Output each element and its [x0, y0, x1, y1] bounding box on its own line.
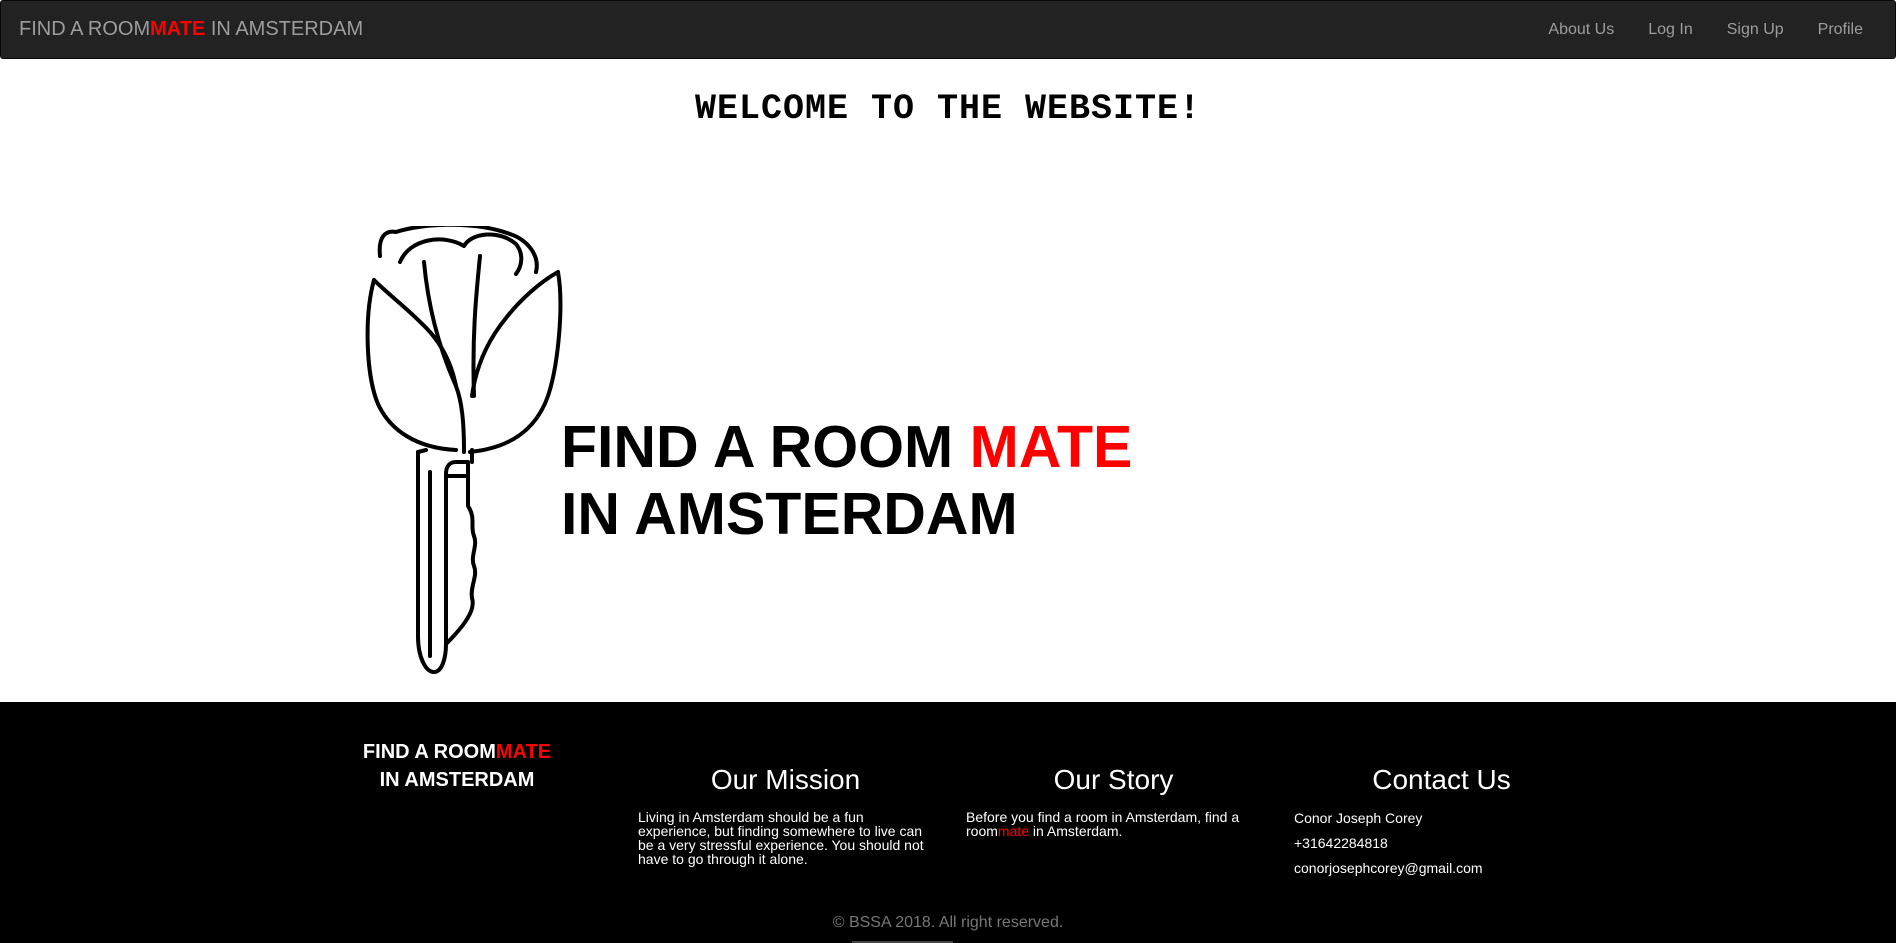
logo-line-1-prefix: FIND A ROOM — [561, 414, 970, 480]
nav-profile[interactable]: Profile — [1801, 1, 1880, 58]
copyright: © BSSA 2018. All right reserved. — [832, 914, 1064, 931]
story-text: Before you find a room in Amsterdam, fin… — [966, 810, 1261, 838]
story-text-highlight: mate — [997, 823, 1030, 839]
brand-highlight: MATE — [150, 18, 206, 40]
footer-contact: Contact Us Conor Joseph Corey +316422848… — [1294, 762, 1589, 881]
mission-text: Living in Amsterdam should be a fun expe… — [638, 809, 924, 867]
nav-log-in[interactable]: Log In — [1631, 1, 1709, 58]
contact-email[interactable]: conorjosephcorey@gmail.com — [1294, 856, 1589, 881]
welcome-heading: WELCOME TO THE WEBSITE! — [694, 89, 1202, 129]
footer-brand-highlight: MATE — [495, 741, 552, 763]
logo-line-2: IN AMSTERDAM — [561, 481, 1018, 547]
top-navbar: FIND A ROOMMATE IN AMSTERDAM About Us Lo… — [0, 0, 1896, 59]
footer-mission: Our Mission Living in Amsterdam should b… — [638, 762, 933, 866]
story-title: Our Story — [1053, 764, 1174, 795]
logo-line-1-highlight: MATE — [969, 414, 1133, 480]
nav-links: About Us Log In Sign Up Profile — [1531, 1, 1880, 58]
mission-title: Our Mission — [710, 764, 861, 795]
footer-brand-line-1: FIND A ROOMMATE — [357, 738, 557, 766]
contact-phone[interactable]: +31642284818 — [1294, 831, 1589, 856]
brand-prefix: FIND A ROOM — [19, 18, 151, 40]
footer-story: Our Story Before you find a room in Amst… — [966, 762, 1261, 838]
contact-title: Contact Us — [1372, 764, 1511, 795]
logo-wordmark: FIND A ROOM MATE IN AMSTERDAM — [561, 414, 1132, 548]
nav-about-us[interactable]: About Us — [1531, 1, 1631, 58]
nav-sign-up[interactable]: Sign Up — [1710, 1, 1801, 58]
brand-suffix: IN AMSTERDAM — [205, 18, 364, 40]
footer-brand-prefix: FIND A ROOM — [362, 741, 496, 763]
footer: FIND A ROOMMATE IN AMSTERDAM Our Mission… — [0, 702, 1896, 943]
navbar-brand[interactable]: FIND A ROOMMATE IN AMSTERDAM — [19, 1, 363, 58]
footer-brand: FIND A ROOMMATE IN AMSTERDAM — [357, 738, 557, 794]
footer-brand-line-2: IN AMSTERDAM — [379, 769, 535, 791]
contact-name: Conor Joseph Corey — [1294, 810, 1423, 826]
tulip-key-logo-icon — [365, 226, 563, 674]
logo-line-1: FIND A ROOM MATE — [561, 414, 1132, 481]
story-text-suffix: in Amsterdam. — [1029, 823, 1123, 839]
